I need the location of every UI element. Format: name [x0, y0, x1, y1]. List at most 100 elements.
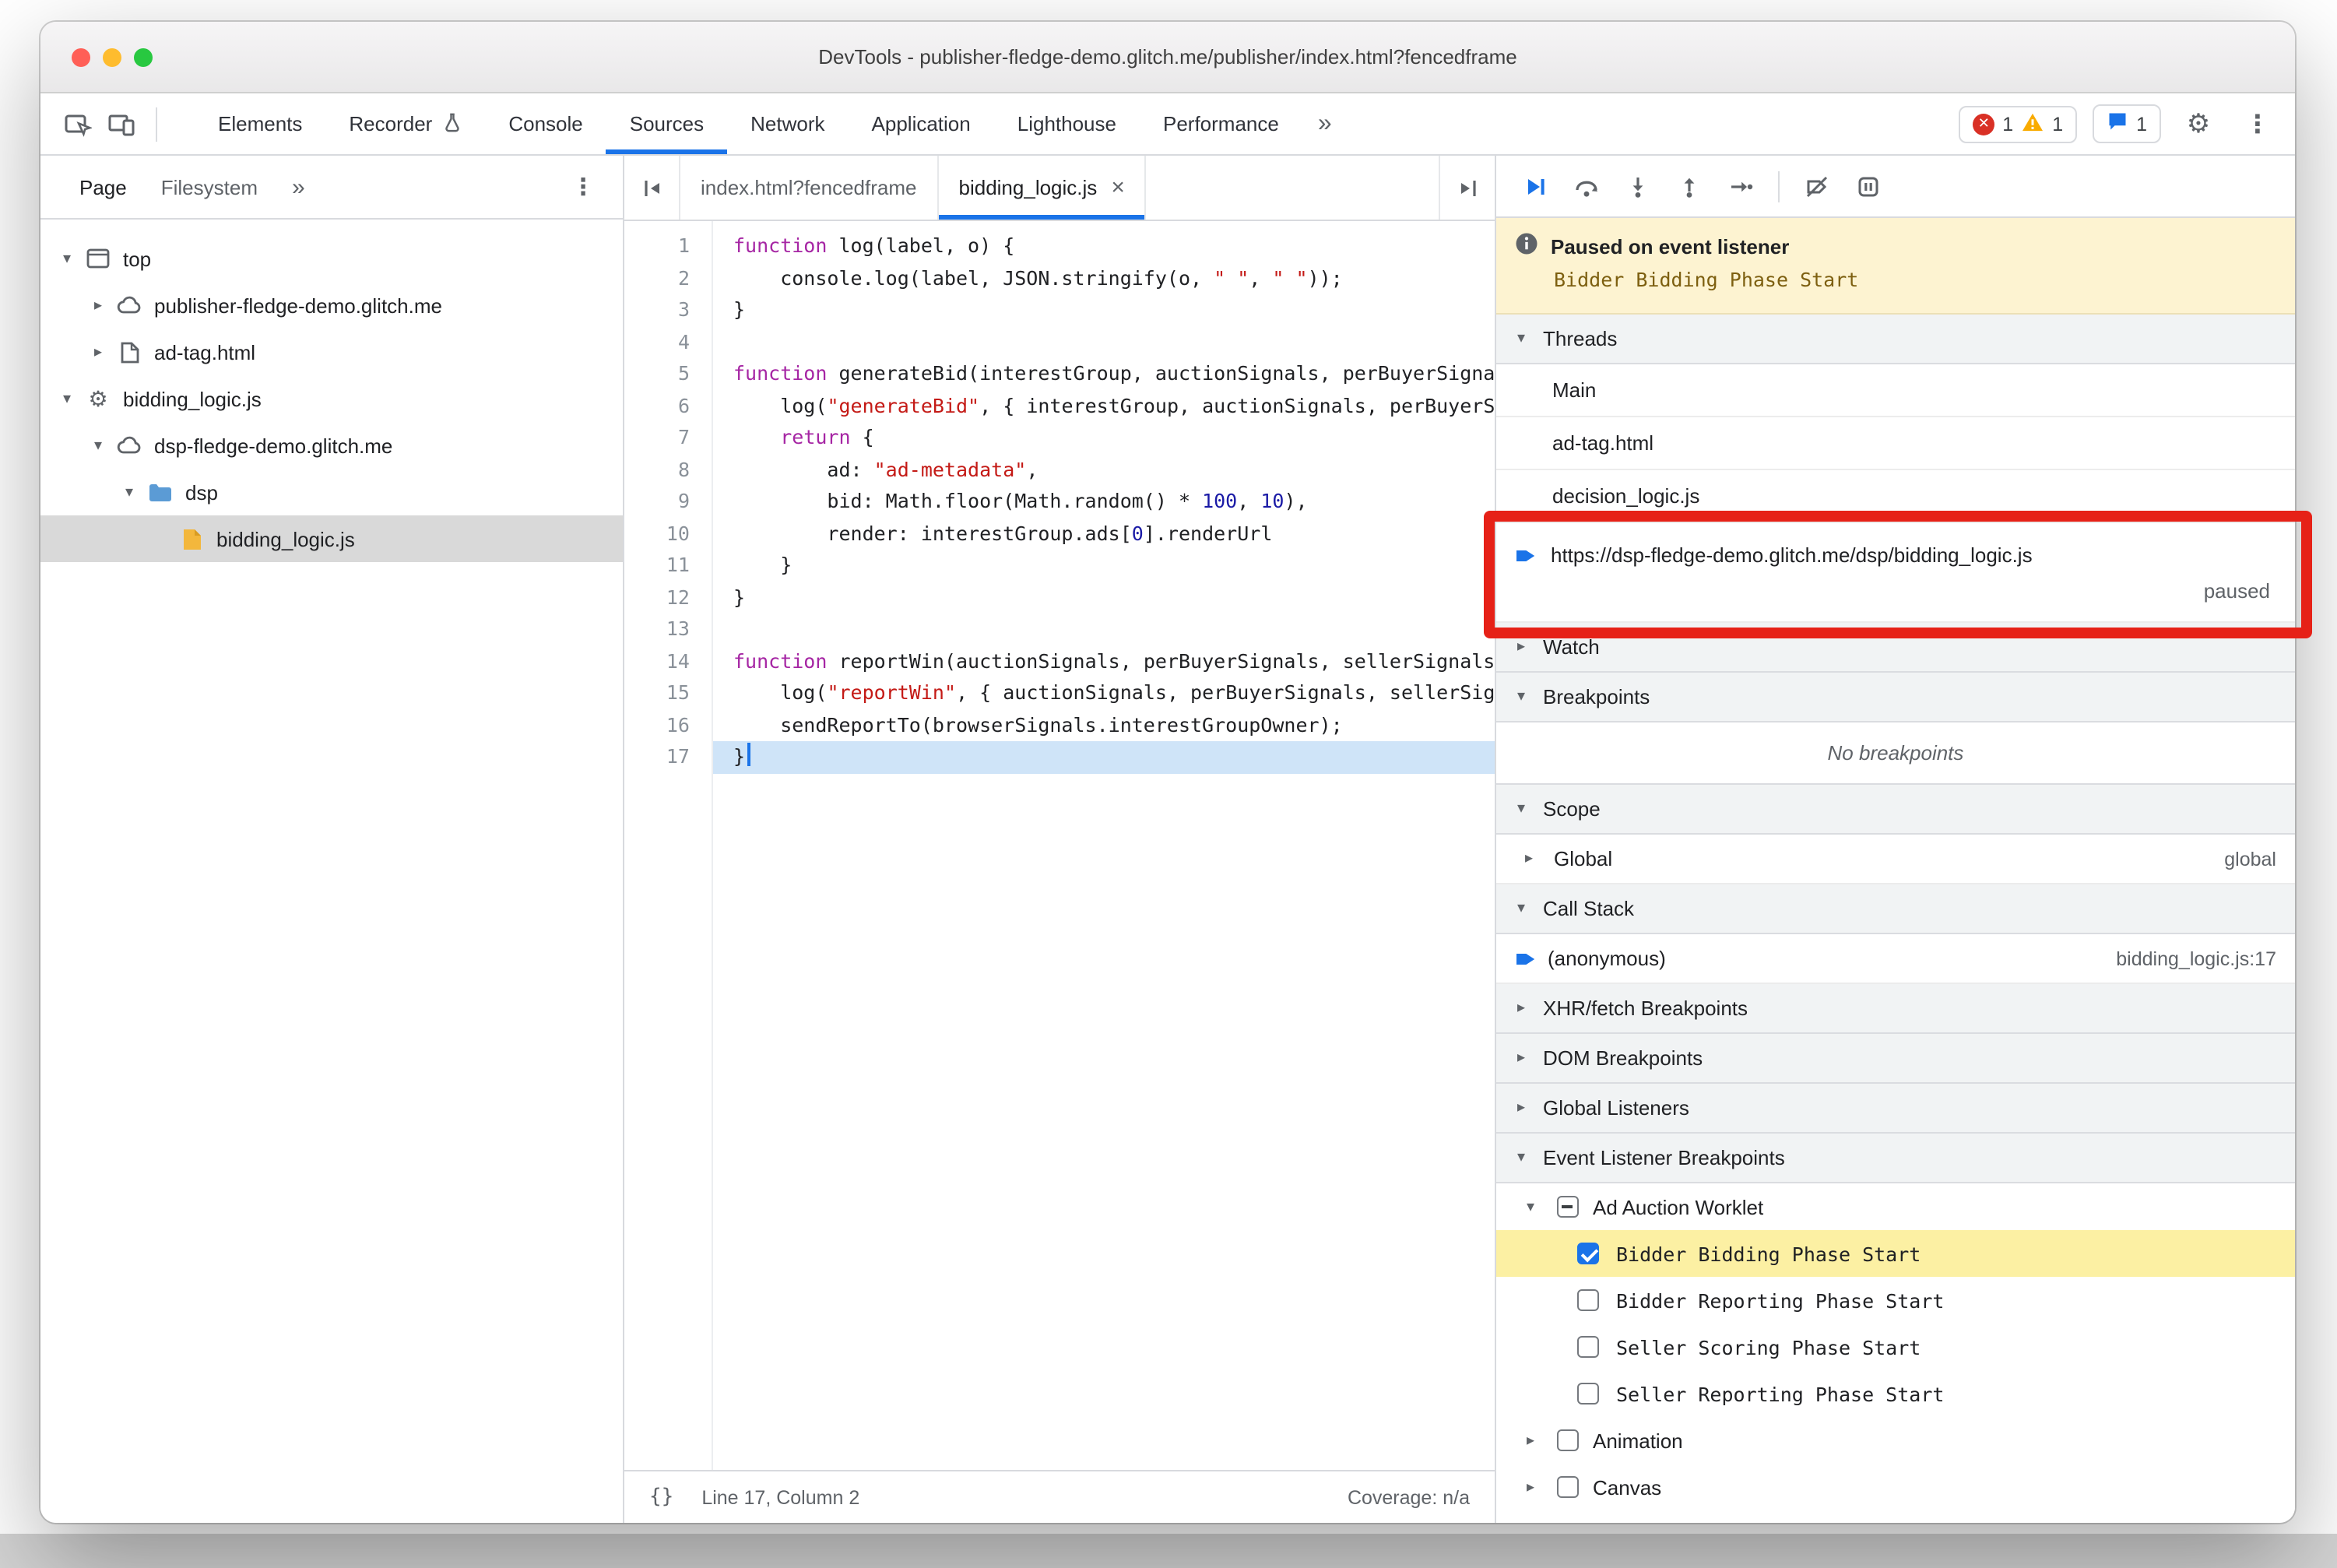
window-titlebar[interactable]: DevTools - publisher-fledge-demo.glitch.…: [40, 22, 2295, 93]
line-number: 17: [666, 744, 690, 768]
disclosure-open-icon[interactable]: ▾: [1518, 1198, 1543, 1215]
more-tabs-button[interactable]: »: [1302, 110, 1348, 138]
close-icon[interactable]: ×: [1111, 176, 1125, 199]
checkbox-unchecked[interactable]: [1577, 1289, 1599, 1311]
tab-performance[interactable]: Performance: [1140, 93, 1302, 154]
cursor-position: Line 17, Column 2: [701, 1486, 860, 1508]
pause-on-exceptions-icon[interactable]: [1845, 166, 1892, 206]
section-header-call-stack[interactable]: ▾ Call Stack: [1496, 884, 2295, 934]
disclosure-closed-icon: ▸: [1516, 1000, 1526, 1017]
step-icon[interactable]: [1717, 166, 1764, 206]
disclosure-closed-icon: ▸: [1524, 850, 1534, 867]
issues-badge[interactable]: ✕ 1 1: [1959, 105, 2078, 142]
disclosure-closed-icon[interactable]: ▸: [84, 343, 112, 360]
settings-gear-icon[interactable]: ⚙: [2177, 102, 2220, 146]
elbp-group-canvas[interactable]: ▸ Canvas: [1496, 1464, 2295, 1510]
disclosure-closed-icon[interactable]: ▸: [84, 297, 112, 314]
section-header-scope[interactable]: ▾ Scope: [1496, 785, 2295, 835]
call-stack-frame[interactable]: (anonymous) bidding_logic.js:17: [1496, 934, 2295, 984]
elbp-group-ad-auction-worklet[interactable]: ▾ Ad Auction Worklet: [1496, 1183, 2295, 1230]
elbp-item-bidder-reporting-phase-start[interactable]: Bidder Reporting Phase Start: [1496, 1277, 2295, 1324]
tab-filesystem[interactable]: Filesystem: [144, 175, 275, 199]
thread-main[interactable]: Main: [1496, 364, 2295, 417]
device-toolbar-button[interactable]: [100, 102, 143, 146]
step-out-icon[interactable]: [1666, 166, 1713, 206]
code-line: 17}: [624, 741, 1495, 773]
tab-recorder[interactable]: Recorder: [325, 93, 485, 154]
section-header-xhr-breakpoints[interactable]: ▸ XHR/fetch Breakpoints: [1496, 984, 2295, 1034]
elbp-item-bidder-bidding-phase-start[interactable]: Bidder Bidding Phase Start: [1496, 1230, 2295, 1277]
elbp-item-seller-reporting-phase-start[interactable]: Seller Reporting Phase Start: [1496, 1370, 2295, 1417]
tab-application[interactable]: Application: [849, 93, 994, 154]
disclosure-open-icon[interactable]: ▾: [53, 250, 81, 267]
kebab-menu-icon[interactable]: ⋮: [2236, 102, 2279, 146]
disclosure-open-icon[interactable]: ▾: [115, 483, 143, 501]
elbp-item-seller-scoring-phase-start[interactable]: Seller Scoring Phase Start: [1496, 1324, 2295, 1370]
section-header-global-listeners[interactable]: ▸ Global Listeners: [1496, 1084, 2295, 1134]
code-line: 9 bid: Math.floor(Math.random() * 100, 1…: [624, 486, 1495, 518]
devtools-toolbar: Elements Recorder Console Sources Network App…: [40, 93, 2295, 156]
hide-navigator-button[interactable]: [624, 156, 680, 220]
line-number: 15: [666, 680, 690, 704]
disclosure-open-icon[interactable]: ▾: [84, 437, 112, 454]
minimize-button[interactable]: [103, 48, 121, 67]
message-count: 1: [2136, 113, 2147, 135]
tree-item-ad-tag-html[interactable]: ▸ ad-tag.html: [40, 329, 623, 375]
zoom-button[interactable]: [134, 48, 153, 67]
tab-elements[interactable]: Elements: [195, 93, 325, 154]
close-button[interactable]: [72, 48, 90, 67]
code-text: function generateBid(interestGroup, auct…: [712, 358, 1495, 390]
code-text: }: [712, 741, 1495, 773]
code-token: function: [733, 649, 828, 672]
tab-page[interactable]: Page: [62, 175, 144, 199]
step-over-icon[interactable]: [1563, 166, 1610, 206]
tree-item-dsp-fledge-demo-glitch-me[interactable]: ▾ dsp-fledge-demo.glitch.me: [40, 422, 623, 469]
editor-tab-index-html-fencedframe[interactable]: index.html?fencedframe: [680, 156, 939, 220]
more-navigator-tabs-button[interactable]: »: [275, 174, 322, 200]
show-debugger-button[interactable]: [1439, 156, 1495, 220]
format-button[interactable]: {}: [649, 1485, 673, 1509]
line-number: 16: [666, 712, 690, 736]
section-header-breakpoints[interactable]: ▾ Breakpoints: [1496, 673, 2295, 722]
thread-ad-tag-html[interactable]: ad-tag.html: [1496, 417, 2295, 470]
disclosure-closed-icon[interactable]: ▸: [1518, 1478, 1543, 1496]
tree-item-bidding-logic-js[interactable]: ▾ ⚙ bidding_logic.js: [40, 375, 623, 422]
tree-item-dsp[interactable]: ▾ dsp: [40, 469, 623, 515]
checkbox-unchecked[interactable]: [1577, 1336, 1599, 1358]
elbp-group-animation[interactable]: ▸ Animation: [1496, 1417, 2295, 1464]
code-token: "ad-metadata": [873, 457, 1027, 480]
messages-badge[interactable]: 1: [2093, 104, 2161, 143]
tab-console[interactable]: Console: [485, 93, 606, 154]
tab-sources[interactable]: Sources: [606, 93, 727, 154]
code-text: ad: "ad-metadata",: [712, 454, 1495, 486]
checkbox-checked[interactable]: [1577, 1243, 1599, 1264]
checkbox-unchecked[interactable]: [1557, 1476, 1579, 1498]
tree-item-top[interactable]: ▾ top: [40, 235, 623, 282]
disclosure-closed-icon[interactable]: ▸: [1518, 1432, 1543, 1449]
checkbox-indeterminate[interactable]: [1557, 1196, 1579, 1218]
code-editor[interactable]: 1 function log(label, o) {2 console.log(l…: [624, 221, 1495, 1470]
section-header-threads[interactable]: ▾ Threads: [1496, 315, 2295, 364]
divider: [1778, 171, 1780, 202]
section-header-dom-breakpoints[interactable]: ▸ DOM Breakpoints: [1496, 1034, 2295, 1084]
resume-icon[interactable]: [1512, 166, 1559, 206]
section-header-event-listener-breakpoints[interactable]: ▾ Event Listener Breakpoints: [1496, 1134, 2295, 1183]
tree-item-bidding-logic-js[interactable]: bidding_logic.js: [40, 515, 623, 562]
checkbox-unchecked[interactable]: [1557, 1429, 1579, 1451]
inspect-element-button[interactable]: [56, 102, 100, 146]
tree-item-publisher-fledge-demo-glitch-me[interactable]: ▸ publisher-fledge-demo.glitch.me: [40, 282, 623, 329]
tab-network[interactable]: Network: [727, 93, 848, 154]
editor-tab-bidding-logic-js[interactable]: bidding_logic.js ×: [938, 156, 1147, 220]
deactivate-breakpoints-icon[interactable]: [1794, 166, 1840, 206]
line-number: 4: [677, 329, 690, 353]
tab-lighthouse[interactable]: Lighthouse: [994, 93, 1140, 154]
checkbox-unchecked[interactable]: [1577, 1383, 1599, 1405]
code-line: 16 sendReportTo(browserSignals.interestG…: [624, 709, 1495, 741]
editor-tabs: index.html?fencedframe bidding_logic.js ×: [680, 156, 1147, 220]
navigator-kebab-menu-icon[interactable]: ⋮: [565, 173, 601, 201]
code-token: return: [780, 425, 851, 448]
step-into-icon[interactable]: [1615, 166, 1661, 206]
disclosure-open-icon[interactable]: ▾: [53, 390, 81, 407]
scope-global-row[interactable]: ▸ Global global: [1496, 835, 2295, 884]
code-line: 3}: [624, 294, 1495, 326]
